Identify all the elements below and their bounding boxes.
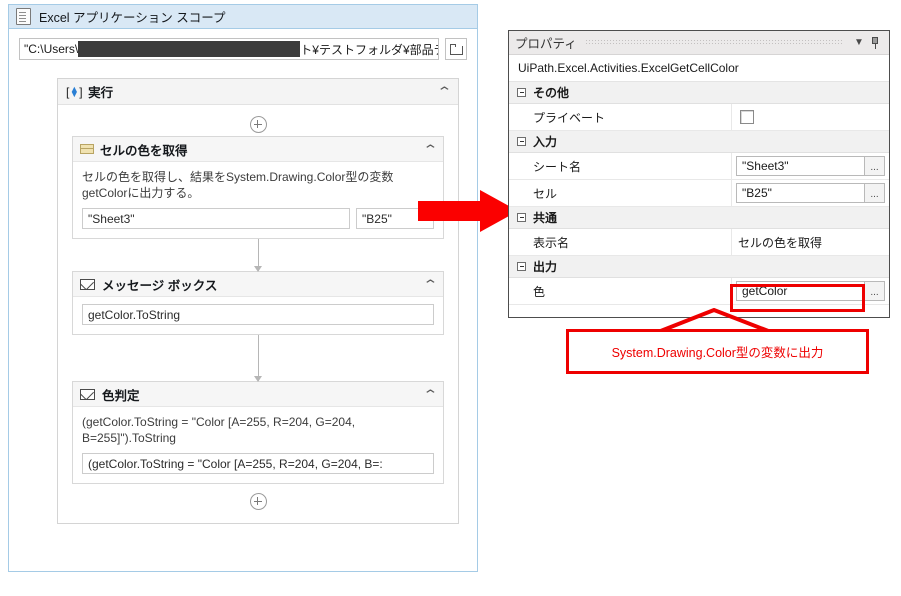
plus-circle-icon[interactable] (249, 116, 267, 133)
activity-color-judgement[interactable]: 色判定 ⌃ (getColor.ToString = "Color [A=255… (72, 381, 444, 484)
cell-ellipsis-button[interactable]: ... (865, 183, 885, 203)
property-group-other[interactable]: その他 (509, 82, 889, 104)
plus-circle-icon[interactable] (249, 493, 267, 510)
sheet-name-field[interactable]: "Sheet3" (736, 156, 865, 176)
annotation-callout: System.Drawing.Color型の変数に出力 (566, 329, 869, 374)
browse-folder-button[interactable] (445, 38, 467, 60)
activity-message-box[interactable]: メッセージ ボックス ⌃ getColor.ToString (72, 271, 444, 335)
minus-box-icon[interactable] (517, 137, 526, 146)
scope-title: Excel アプリケーション スコープ (39, 11, 226, 25)
activity-label: セルの色を取得 (100, 143, 188, 158)
activity-header[interactable]: セルの色を取得 ⌃ (73, 137, 443, 162)
private-checkbox[interactable] (740, 110, 754, 124)
flow-connector (253, 335, 262, 382)
activity-body: (getColor.ToString = "Color [A=255, R=20… (73, 407, 443, 483)
property-row-cell[interactable]: セル "B25" ... (509, 180, 889, 207)
property-group-input[interactable]: 入力 (509, 131, 889, 153)
scope-titlebar: Excel アプリケーション スコープ (9, 5, 477, 29)
chevron-up-icon[interactable]: ⌃ (422, 388, 438, 401)
property-row-sheet-name[interactable]: シート名 "Sheet3" ... (509, 153, 889, 180)
chevron-up-icon[interactable]: ⌃ (422, 143, 438, 156)
property-label: セル (509, 180, 732, 206)
activity-get-cell-color[interactable]: セルの色を取得 ⌃ セルの色を取得し、結果をSystem.Drawing.Col… (72, 136, 444, 239)
activity-type-name: UiPath.Excel.Activities.ExcelGetCellColo… (509, 55, 889, 82)
property-label: 色 (509, 278, 732, 304)
minus-box-icon[interactable] (517, 88, 526, 97)
color-ellipsis-button[interactable]: ... (865, 281, 885, 301)
activity-label: メッセージ ボックス (102, 278, 218, 293)
flow-connector (253, 239, 262, 272)
chevron-up-icon[interactable]: ⌃ (422, 278, 438, 291)
pin-icon[interactable] (867, 36, 883, 50)
workbook-path-prefix: "C:\Users\ (24, 42, 79, 56)
workbook-path-suffix: ト¥テストフォルダ¥部品テスト.xlsm" (300, 42, 438, 57)
scope-body: "C:\Users\ ト¥テストフォルダ¥部品テスト.xlsm" [▲▼] 実行… (9, 29, 477, 524)
red-transition-arrow (418, 190, 518, 232)
property-label: 表示名 (509, 229, 732, 255)
envelope-icon (80, 388, 95, 400)
property-value: セルの色を取得 (732, 229, 889, 255)
redaction-bar (78, 41, 301, 57)
excel-document-icon (16, 8, 31, 25)
sequence-icon: [▲ ▼] (66, 83, 83, 99)
minus-box-icon[interactable] (517, 262, 526, 271)
message-text-input[interactable]: getColor.ToString (82, 304, 434, 325)
property-row-private[interactable]: プライベート (509, 104, 889, 131)
property-value: "Sheet3" ... (732, 153, 889, 179)
envelope-icon (80, 278, 95, 290)
sheet-name-input[interactable]: "Sheet3" (82, 208, 350, 229)
properties-title: プロパティ (515, 37, 577, 51)
sequence-label: 実行 (88, 86, 114, 100)
property-label: プライベート (509, 104, 732, 130)
chevron-up-icon[interactable]: ⌃ (436, 85, 452, 98)
sequence-header[interactable]: [▲ ▼] 実行 ⌃ (58, 79, 458, 105)
activity-description: (getColor.ToString = "Color [A=255, R=20… (82, 415, 356, 445)
activity-description: セルの色を取得し、結果をSystem.Drawing.Color型の変数getC… (82, 170, 394, 200)
properties-panel: プロパティ ▼ UiPath.Excel.Activities.ExcelGet… (508, 30, 890, 318)
group-label: 入力 (533, 135, 558, 149)
chevron-down-icon[interactable]: ▼ (851, 37, 867, 48)
property-value (732, 104, 889, 130)
sheet-name-ellipsis-button[interactable]: ... (865, 156, 885, 176)
property-label: シート名 (509, 153, 732, 179)
activity-body: セルの色を取得し、結果をSystem.Drawing.Color型の変数getC… (73, 162, 443, 238)
activity-body: getColor.ToString (73, 297, 443, 334)
cell-color-icon (80, 144, 94, 154)
property-row-display-name[interactable]: 表示名 セルの色を取得 (509, 229, 889, 256)
property-group-common[interactable]: 共通 (509, 207, 889, 229)
excel-application-scope-panel: Excel アプリケーション スコープ "C:\Users\ ト¥テストフォルダ… (8, 4, 478, 572)
activity-header[interactable]: メッセージ ボックス ⌃ (73, 272, 443, 297)
callout-text: System.Drawing.Color型の変数に出力 (611, 346, 824, 360)
activity-header[interactable]: 色判定 ⌃ (73, 382, 443, 407)
group-label: 出力 (533, 260, 558, 274)
sequence-body: セルの色を取得 ⌃ セルの色を取得し、結果をSystem.Drawing.Col… (58, 105, 458, 523)
property-row-color[interactable]: 色 getColor ... (509, 278, 889, 305)
group-label: 共通 (533, 211, 558, 225)
drag-grip[interactable] (584, 39, 843, 46)
activity-label: 色判定 (102, 388, 140, 403)
property-value: "B25" ... (732, 180, 889, 206)
sequence-container: [▲ ▼] 実行 ⌃ セルの色を取得 ⌃ セルの色を取得し、結果をSystem.D… (57, 78, 459, 524)
workbook-path-input[interactable]: "C:\Users\ ト¥テストフォルダ¥部品テスト.xlsm" (19, 38, 439, 60)
activity-arguments: "Sheet3" "B25" (82, 208, 434, 229)
property-group-output[interactable]: 出力 (509, 256, 889, 278)
cell-field[interactable]: "B25" (736, 183, 865, 203)
message-text-input[interactable]: (getColor.ToString = "Color [A=255, R=20… (82, 453, 434, 474)
group-label: その他 (533, 86, 570, 100)
display-name-value[interactable]: セルの色を取得 (736, 234, 885, 251)
minus-box-icon[interactable] (517, 213, 526, 222)
workbook-path-row: "C:\Users\ ト¥テストフォルダ¥部品テスト.xlsm" (19, 38, 467, 60)
property-value: getColor ... (732, 278, 889, 304)
properties-titlebar: プロパティ ▼ (509, 31, 889, 55)
color-output-field[interactable]: getColor (736, 281, 865, 301)
